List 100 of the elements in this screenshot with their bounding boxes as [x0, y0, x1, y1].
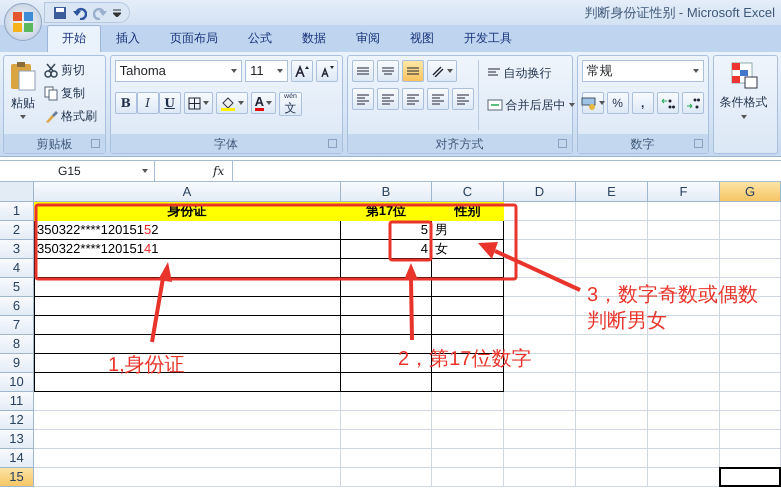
font-size-dropdown[interactable]: 11	[245, 60, 288, 82]
name-box[interactable]: G15	[0, 161, 155, 181]
row-header[interactable]: 2	[0, 221, 34, 240]
align-button[interactable]	[402, 60, 424, 82]
lines-icon	[406, 66, 420, 76]
row-header[interactable]: 6	[0, 297, 34, 316]
row-header[interactable]: 5	[0, 278, 34, 297]
table-cell-text: 男	[434, 221, 449, 240]
ribbon-tab[interactable]: 开始	[47, 25, 101, 52]
conditional-format-button[interactable]: 条件格式	[718, 60, 770, 149]
font-name-dropdown[interactable]: Tahoma	[114, 60, 242, 82]
group-label: 数字	[630, 136, 655, 152]
increase-decimal-button[interactable]	[656, 92, 679, 114]
customize-icon[interactable]	[113, 8, 121, 16]
align-button[interactable]	[402, 88, 424, 110]
column-header[interactable]: B	[341, 182, 432, 202]
caret-icon	[446, 69, 453, 73]
row-header[interactable]: 15	[0, 468, 34, 487]
row-header[interactable]: 7	[0, 316, 34, 335]
table-cell-text: 350322****12015152	[36, 221, 160, 240]
lines-icon	[380, 66, 395, 76]
merge-center-button[interactable]: 合并后居中	[484, 95, 577, 115]
save-icon[interactable]	[53, 6, 67, 20]
row-header[interactable]: 1	[0, 202, 34, 221]
column-header[interactable]: D	[504, 182, 576, 202]
table-icon	[730, 61, 758, 89]
ribbon-tab[interactable]: 审阅	[341, 25, 395, 52]
align-button[interactable]	[352, 88, 374, 110]
copy-icon	[44, 86, 58, 100]
grow-font-icon[interactable]	[290, 60, 313, 82]
ribbon-tab[interactable]: 开发工具	[449, 25, 527, 52]
merge-icon	[486, 99, 503, 111]
column-header[interactable]: A	[34, 182, 341, 202]
ribbon-tab[interactable]: 页面布局	[155, 25, 233, 52]
align-button[interactable]	[452, 88, 474, 110]
caret-icon	[692, 69, 699, 73]
caret-icon	[231, 69, 238, 73]
orientation-button[interactable]	[426, 60, 457, 82]
letter-glyph-icon	[320, 65, 334, 77]
row-header[interactable]: 8	[0, 335, 34, 354]
table-cell-text: 女	[434, 240, 449, 258]
underline-button[interactable]: U	[158, 92, 181, 114]
row-header[interactable]: 4	[0, 259, 34, 278]
ribbon-tab[interactable]: 公式	[233, 25, 287, 52]
align-button[interactable]	[376, 60, 399, 82]
font-color-button[interactable]: A	[250, 92, 276, 114]
row-header[interactable]: 3	[0, 240, 34, 259]
column-header[interactable]: G	[720, 182, 781, 202]
lines-icon	[356, 93, 370, 105]
column-header[interactable]: C	[432, 182, 504, 202]
italic-button[interactable]: I	[136, 92, 159, 114]
format-painter-button[interactable]: 格式刷	[42, 106, 99, 126]
caret-icon	[598, 101, 605, 105]
percent-button[interactable]: %	[606, 92, 629, 114]
align-button[interactable]	[352, 60, 374, 82]
cut-button[interactable]: 剪切	[42, 60, 99, 80]
align-button[interactable]	[376, 88, 399, 110]
slanted-text-icon	[430, 65, 445, 77]
lines-icon	[456, 93, 470, 105]
copy-button[interactable]: 复制	[42, 83, 99, 103]
ribbon-tab[interactable]: 视图	[395, 25, 449, 52]
row-header[interactable]: 12	[0, 411, 34, 430]
currency-button[interactable]	[582, 92, 604, 114]
caret-icon	[142, 169, 148, 173]
paint-bucket-icon	[220, 96, 236, 110]
ribbon-tab[interactable]: 数据	[287, 25, 341, 52]
wrap-text-button[interactable]: 自动换行	[484, 63, 577, 83]
shrink-font-icon[interactable]	[316, 60, 338, 82]
letter-glyph-icon	[294, 65, 309, 77]
decimal-icon	[660, 97, 675, 109]
active-cell[interactable]	[719, 467, 781, 487]
ribbon-tab[interactable]: 插入	[101, 25, 155, 52]
row-header[interactable]: 9	[0, 354, 34, 373]
row-header[interactable]: 11	[0, 392, 34, 411]
undo-icon[interactable]	[73, 6, 87, 20]
paste-button[interactable]: 粘贴	[8, 60, 38, 130]
logo-icon	[11, 10, 35, 34]
table-cell-text: 5	[420, 221, 429, 240]
column-header[interactable]: F	[648, 182, 720, 202]
caret-icon	[568, 103, 575, 107]
comma-button[interactable]: ,	[632, 92, 654, 114]
window-title: 判断身份证性别 - Microsoft Excel	[584, 4, 775, 22]
align-button[interactable]	[426, 88, 449, 110]
fill-color-button[interactable]	[216, 92, 248, 114]
number-format-dropdown[interactable]: 常规	[582, 60, 704, 82]
borders-button[interactable]	[184, 92, 213, 114]
group-label: 剪贴板	[36, 136, 72, 152]
row-header[interactable]: 13	[0, 430, 34, 449]
column-header[interactable]: E	[576, 182, 648, 202]
row-header[interactable]: 14	[0, 449, 34, 468]
insert-function-button[interactable]: fx	[213, 162, 224, 180]
caret-icon	[266, 101, 272, 105]
caret-icon	[276, 69, 283, 73]
row-header[interactable]: 10	[0, 373, 34, 392]
group-label: 字体	[214, 136, 238, 152]
brush-icon	[44, 108, 58, 124]
group-label: 对齐方式	[436, 136, 484, 152]
caret-icon	[740, 115, 747, 119]
bold-button[interactable]: B	[114, 92, 137, 114]
decrease-decimal-button[interactable]	[682, 92, 704, 114]
